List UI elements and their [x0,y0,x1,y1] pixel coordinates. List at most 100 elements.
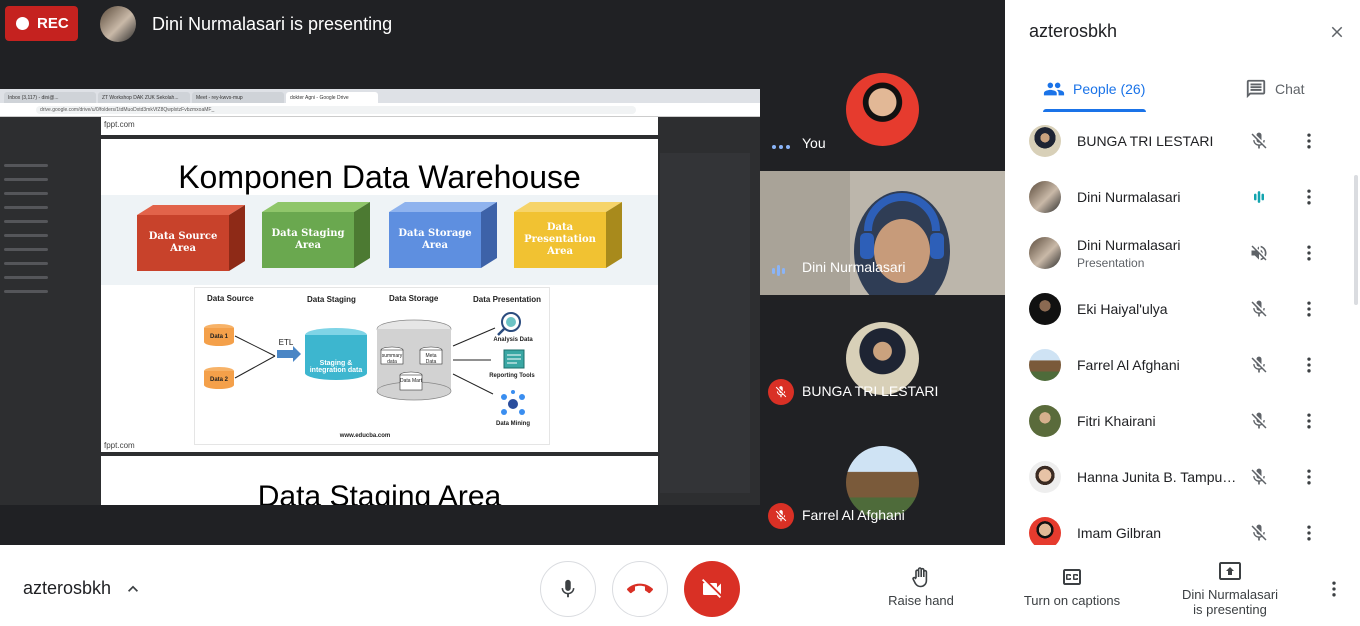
captions-label: Turn on captions [1023,593,1121,608]
hand-icon [880,565,962,589]
mic-off-icon [1247,129,1271,153]
more-options-button[interactable] [1297,129,1321,153]
reporting-label: Reporting Tools [489,373,535,379]
present-button[interactable]: Dini Nurmalasari is presenting [1170,559,1290,617]
participant-name: Dini Nurmalasari [1077,189,1181,205]
mic-off-icon [768,379,794,405]
box-label: Data Presentation Area [514,212,606,268]
people-scrollbar[interactable] [1354,175,1358,305]
more-options-button[interactable] [1297,353,1321,377]
avatar [1029,125,1061,157]
tab-chat[interactable]: Chat [1245,66,1305,112]
tab-chat-label: Chat [1275,81,1305,97]
summary-label: summary data [381,353,403,365]
hang-up-icon [627,583,653,594]
panel-title: azterosbkh [1029,21,1118,41]
avatar [846,73,919,146]
mic-off-icon [1247,521,1271,545]
list-item[interactable]: Eki Haiyal'ulya [1005,281,1360,337]
list-item[interactable]: Fitri Khairani [1005,393,1360,449]
tile-you[interactable]: You [760,47,1005,171]
avatar [1029,461,1061,493]
more-options-button[interactable] [1297,241,1321,265]
microphone-button[interactable] [540,561,596,617]
more-options-button[interactable] [1297,465,1321,489]
participant-name: Eki Haiyal'ulya [1077,301,1168,317]
more-vert-icon [1307,189,1311,205]
tile-bunga[interactable]: BUNGA TRI LESTARI [760,295,1005,419]
browser-tab: Meet - rey-kwvs-mup [192,92,284,103]
mic-off-icon [1247,353,1271,377]
more-options-button[interactable] [1297,521,1321,545]
box-label: Data Storage Area [389,212,481,268]
more-options-button[interactable] [1297,409,1321,433]
list-item[interactable]: Hanna Junita B. Tampubolon [1005,449,1360,505]
people-list: BUNGA TRI LESTARI Dini Nurmalasari Dini … [1005,113,1360,545]
participant-name: Fitri Khairani [1077,413,1156,429]
meet-app: REC Dini Nurmalasari is presenting Inbox… [0,0,1360,626]
browser-tab: Inbox (3,117) - dini@... [4,92,96,103]
captions-icon [1016,565,1128,589]
meta-label: Meta Data [425,353,437,365]
record-dot-icon [16,17,29,30]
recording-badge: REC [5,6,78,41]
tile-farrel[interactable]: Farrel Al Afghani [760,419,1005,543]
speaking-icon [1247,185,1271,209]
tab-people[interactable]: People (26) [1043,66,1145,112]
more-options-button[interactable] [1297,185,1321,209]
list-item[interactable]: Dini Nurmalasari [1005,169,1360,225]
participant-subtitle: Presentation [1077,256,1145,270]
avatar [1029,293,1061,325]
presenter-avatar [100,6,136,42]
more-vert-icon [1307,301,1311,317]
shared-screen[interactable]: Inbox (3,117) - dini@... ZT Workshop DAK… [0,89,760,505]
tile-name: You [802,135,826,151]
box-data-staging: Data Staging Area [262,202,370,268]
bottom-bar: azterosbkh Raise hand Turn on captions D… [0,545,1360,626]
meeting-details-button[interactable] [123,579,143,604]
participant-name: Imam Gilbran [1077,525,1162,541]
close-panel-button[interactable] [1323,18,1351,46]
raise-hand-button[interactable]: Raise hand [880,565,962,608]
close-icon [1331,26,1343,38]
chevron-up-icon [128,585,138,592]
list-item[interactable]: Imam Gilbran [1005,505,1360,545]
people-icon [1043,78,1065,100]
camera-button[interactable] [684,561,740,617]
side-panel: azterosbkh People (26) Chat BUNGA TRI LE… [1005,0,1360,545]
browser-address-bar: drive.google.com/drive/u/0/folders/1tdMu… [0,103,760,117]
slide-viewer: fppt.com Komponen Data Warehouse Data So… [101,117,658,505]
present-to-all-icon [1170,559,1290,583]
list-item[interactable]: Dini Nurmalasari Presentation [1005,225,1360,281]
browser-tab: ZT Workshop DAK ZUK Sekolah... [98,92,190,103]
avatar [1029,349,1061,381]
staging-label: Staging & integration data [309,360,363,374]
video-feed [760,171,1005,295]
more-vert-icon [1307,413,1311,429]
mart-label: Data Mart [400,378,422,384]
drive-sidebar [4,153,64,304]
tile-name: BUNGA TRI LESTARI [802,383,939,399]
presenting-line2: is presenting [1193,602,1267,617]
tab-people-label: People (26) [1073,81,1146,97]
data1-label: Data 1 [209,334,228,340]
leave-call-button[interactable] [612,561,668,617]
mic-off-icon [1247,297,1271,321]
more-vert-icon [1332,581,1336,597]
participant-tiles: You Dini Nurmalasari BUNGA TRI LESTARI F… [760,47,1005,545]
presentation-stage: Inbox (3,117) - dini@... ZT Workshop DAK… [0,47,760,545]
captions-button[interactable]: Turn on captions [1016,565,1128,608]
mining-label: Data Mining [496,421,530,427]
avatar [1029,181,1061,213]
slide: Komponen Data Warehouse Data Source Area… [101,139,658,452]
list-item[interactable]: Farrel Al Afghani [1005,337,1360,393]
architecture-diagram: Data Source Data Staging Data Storage Da… [194,287,550,445]
participant-name: Dini Nurmalasari [1077,237,1181,253]
box-data-storage: Data Storage Area [389,202,497,268]
list-item[interactable]: BUNGA TRI LESTARI [1005,113,1360,169]
chat-icon [1245,78,1267,100]
more-options-button[interactable] [1322,577,1346,601]
more-options-button[interactable] [1297,297,1321,321]
tile-dini-video[interactable]: Dini Nurmalasari [760,171,1005,295]
meeting-details-label[interactable]: azterosbkh [23,578,111,599]
